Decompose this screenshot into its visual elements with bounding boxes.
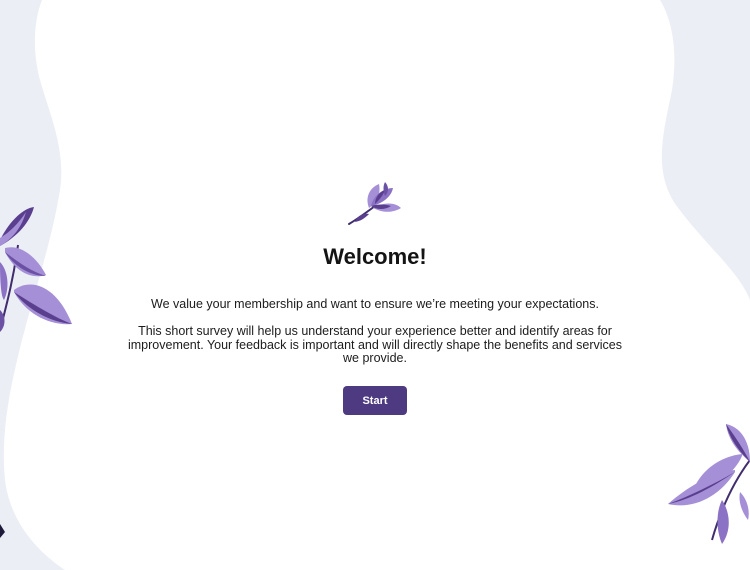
survey-description: This short survey will help us understan… — [127, 324, 622, 365]
intro-text: We value your membership and want to ens… — [151, 297, 599, 311]
welcome-title: Welcome! — [323, 244, 427, 269]
lotus-flower-icon — [348, 182, 401, 225]
welcome-screen: Welcome! We value your membership and wa… — [0, 0, 750, 570]
start-button[interactable]: Start — [343, 386, 407, 415]
